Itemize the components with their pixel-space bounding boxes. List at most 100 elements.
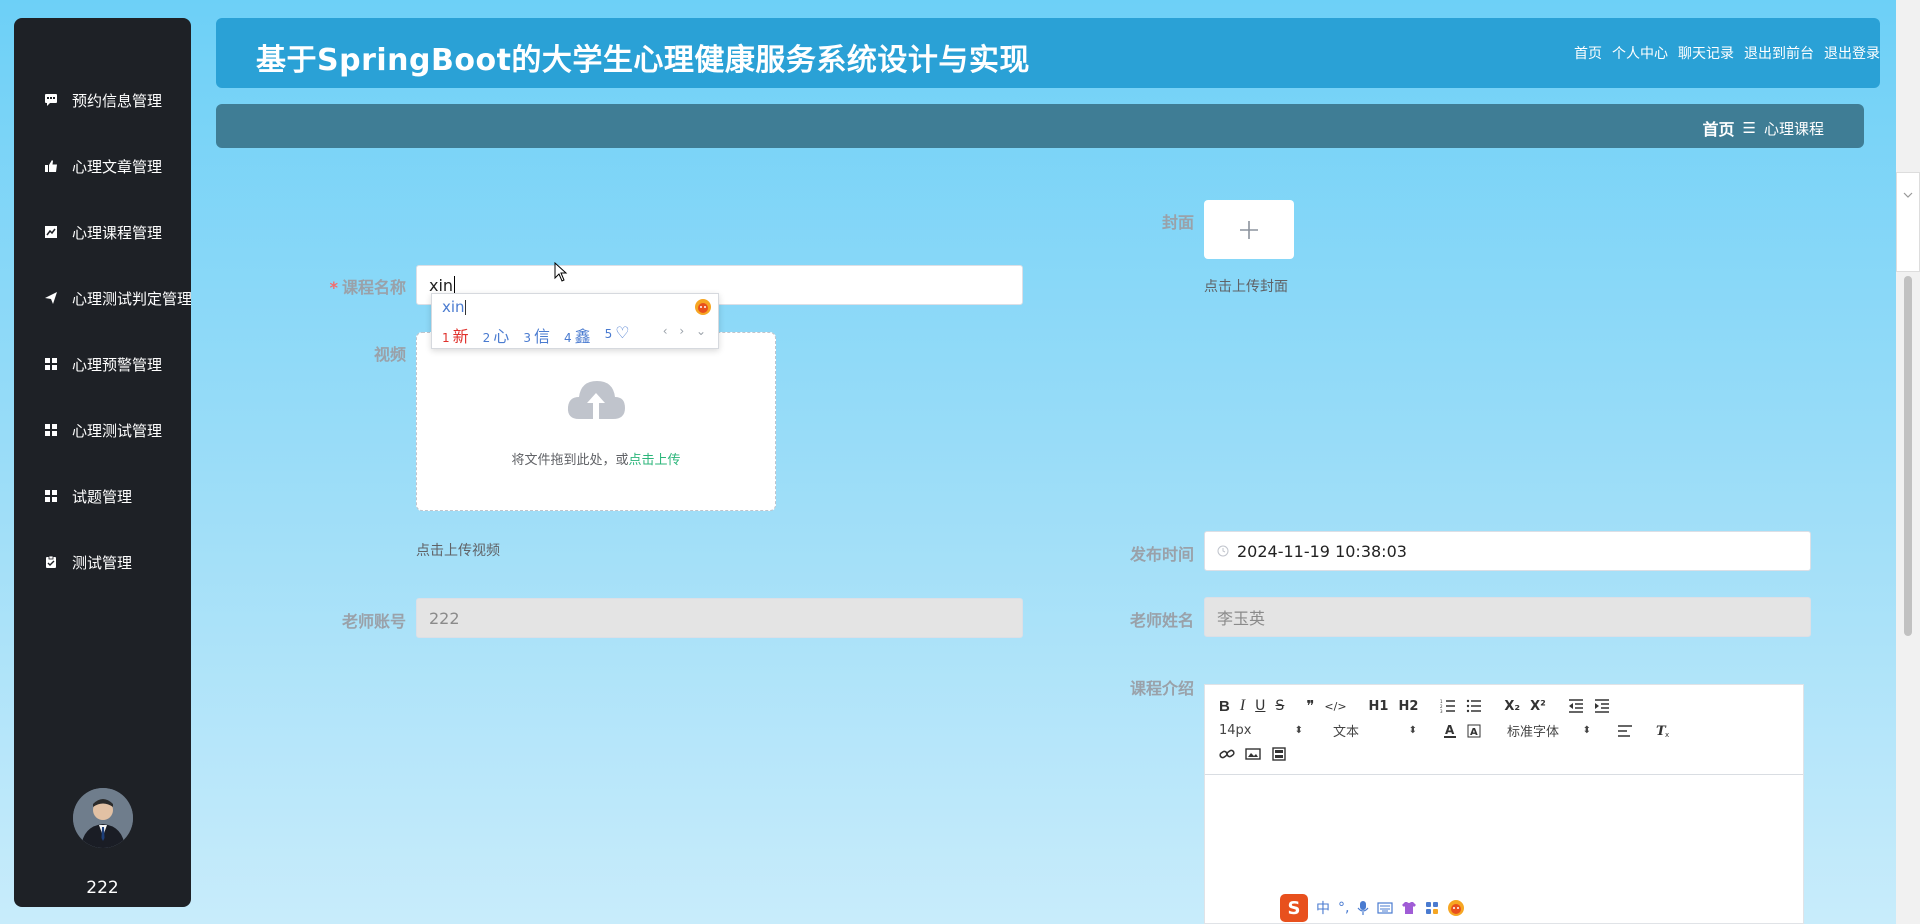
ime-candidate[interactable]: 2心 <box>483 323 510 347</box>
clock-icon <box>1217 545 1229 557</box>
ime-skin-icon[interactable] <box>694 298 712 316</box>
avatar[interactable] <box>73 788 133 848</box>
ordered-list-icon[interactable]: 123 <box>1440 697 1456 715</box>
publish-time-label: 发布时间 <box>1129 545 1194 564</box>
font-family-select[interactable]: 标准字体 ⬍ <box>1507 721 1591 740</box>
cover-upload-button[interactable] <box>1204 200 1294 259</box>
bullet-list-icon[interactable] <box>1466 697 1482 715</box>
image-icon[interactable] <box>1245 745 1261 763</box>
chevron-down-icon <box>1903 192 1913 198</box>
sidebar-item-exam[interactable]: 测试管理 <box>14 542 191 582</box>
bold-button[interactable]: B <box>1219 697 1230 715</box>
keyboard-icon[interactable] <box>1377 902 1394 914</box>
sidebar-item-courses[interactable]: 心理课程管理 <box>14 212 191 252</box>
video-upload-dropzone[interactable]: 将文件拖到此处，或点击上传 <box>416 332 776 511</box>
nav-home[interactable]: 首页 <box>1574 43 1602 63</box>
teacher-account-input: 222 <box>416 598 1023 638</box>
outdent-icon[interactable] <box>1568 697 1584 715</box>
breadcrumb-bar: 首页 ☰ 心理课程 <box>216 104 1864 148</box>
nav-chat-history[interactable]: 聊天记录 <box>1678 43 1734 63</box>
indent-icon[interactable] <box>1594 697 1610 715</box>
cover-label: 封面 <box>1161 213 1194 232</box>
mouse-cursor-icon <box>554 262 568 282</box>
sidebar-item-articles[interactable]: 心理文章管理 <box>14 146 191 186</box>
thumb-icon <box>44 159 58 173</box>
nav-frontend[interactable]: 退出到前台 <box>1744 43 1814 63</box>
block-type-select[interactable]: 文本 ⬍ <box>1333 721 1417 740</box>
italic-button[interactable]: I <box>1240 697 1245 715</box>
ime-status-bar: S 中 °, <box>1280 893 1465 923</box>
breadcrumb-current: 心理课程 <box>1763 119 1824 138</box>
superscript-button[interactable]: X² <box>1530 697 1546 715</box>
publish-time-input[interactable]: 2024-11-19 10:38:03 <box>1204 531 1811 571</box>
course-intro-label: 课程介绍 <box>1129 679 1194 698</box>
ime-face-icon[interactable] <box>1447 899 1465 917</box>
svg-text:A: A <box>1445 723 1455 737</box>
microphone-icon[interactable] <box>1357 900 1369 916</box>
sidebar-item-label: 心理课程管理 <box>72 223 163 242</box>
rich-text-editor: B I U S ❞ </> H1 H2 123 X₂ X² 14px ⬍ 文本 … <box>1204 684 1804 924</box>
h1-button[interactable]: H1 <box>1369 697 1389 715</box>
font-size-select[interactable]: 14px ⬍ <box>1219 723 1303 738</box>
scroll-widget[interactable] <box>1896 172 1920 272</box>
teacher-account-label: 老师账号 <box>341 612 406 631</box>
sidebar-item-label: 心理测试管理 <box>72 421 163 440</box>
cover-hint: 点击上传封面 <box>1204 279 1288 295</box>
send-icon <box>44 291 58 305</box>
align-icon[interactable] <box>1617 722 1633 740</box>
subscript-button[interactable]: X₂ <box>1504 697 1520 715</box>
grid-icon <box>44 423 58 437</box>
sidebar-item-appointment[interactable]: 预约信息管理 <box>14 80 191 120</box>
background-color-icon[interactable]: A <box>1467 722 1481 740</box>
ime-candidate[interactable]: 4鑫 <box>564 323 591 347</box>
chat-icon <box>44 93 58 107</box>
upload-instructions: 将文件拖到此处，或点击上传 <box>511 453 681 468</box>
svg-text:3: 3 <box>1440 709 1443 713</box>
strike-button[interactable]: S <box>1275 697 1284 715</box>
h2-button[interactable]: H2 <box>1398 697 1418 715</box>
video-hint: 点击上传视频 <box>416 543 500 559</box>
grid-icon <box>44 357 58 371</box>
sidebar-item-label: 心理测试判定管理 <box>72 289 191 308</box>
sidebar-item-label: 心理预警管理 <box>72 355 163 374</box>
scrollbar-thumb[interactable] <box>1904 276 1912 636</box>
header-nav: 首页 个人中心 聊天记录 退出到前台 退出登录 <box>1574 43 1880 63</box>
ime-candidate-popup: xin 1新 2心 3信 4鑫 5 ♡ ‹ › ⌄ <box>431 293 719 349</box>
select-caret-icon: ⬍ <box>1408 725 1417 736</box>
ime-page-arrows[interactable]: ‹ › ⌄ <box>663 324 710 338</box>
nav-logout[interactable]: 退出登录 <box>1824 43 1880 63</box>
ime-candidate-list: 1新 2心 3信 4鑫 5 ♡ <box>442 323 630 347</box>
sidebar-item-questions[interactable]: 试题管理 <box>14 476 191 516</box>
code-button[interactable]: </> <box>1324 697 1346 715</box>
select-caret-icon: ⬍ <box>1582 725 1591 736</box>
underline-button[interactable]: U <box>1255 697 1265 715</box>
video-icon[interactable] <box>1271 745 1287 763</box>
sidebar-item-tests[interactable]: 心理测试管理 <box>14 410 191 450</box>
course-name-label: * 课程名称 <box>329 278 406 297</box>
select-caret-icon: ⬍ <box>1294 725 1303 736</box>
plus-icon <box>1240 220 1258 239</box>
video-label: 视频 <box>373 345 406 364</box>
app-title: 基于SpringBoot的大学生心理健康服务系统设计与实现 <box>256 43 1030 78</box>
teacher-name-label: 老师姓名 <box>1129 611 1194 630</box>
sogou-logo-icon[interactable]: S <box>1280 894 1308 922</box>
ime-punctuation-toggle[interactable]: °, <box>1338 900 1349 916</box>
svg-text:A: A <box>1470 727 1478 738</box>
ime-candidate[interactable]: 1新 <box>442 323 469 347</box>
upload-link[interactable]: 点击上传 <box>629 453 681 468</box>
link-icon[interactable] <box>1219 745 1235 763</box>
sidebar-item-label: 心理文章管理 <box>72 157 163 176</box>
ime-mode-toggle[interactable]: 中 <box>1316 898 1330 918</box>
sidebar-item-warning[interactable]: 心理预警管理 <box>14 344 191 384</box>
skin-shirt-icon[interactable] <box>1401 901 1417 915</box>
apps-grid-icon[interactable] <box>1425 901 1439 915</box>
ime-pinyin: xin <box>442 298 466 316</box>
ime-candidate[interactable]: 5 ♡ <box>605 323 630 347</box>
clear-format-icon[interactable]: Tx <box>1655 722 1671 740</box>
font-color-icon[interactable]: A <box>1443 722 1457 740</box>
ime-candidate[interactable]: 3信 <box>523 323 550 347</box>
sidebar-item-test-judgement[interactable]: 心理测试判定管理 <box>14 278 191 318</box>
nav-profile[interactable]: 个人中心 <box>1612 43 1668 63</box>
breadcrumb-home[interactable]: 首页 <box>1703 116 1735 140</box>
blockquote-button[interactable]: ❞ <box>1306 697 1314 715</box>
